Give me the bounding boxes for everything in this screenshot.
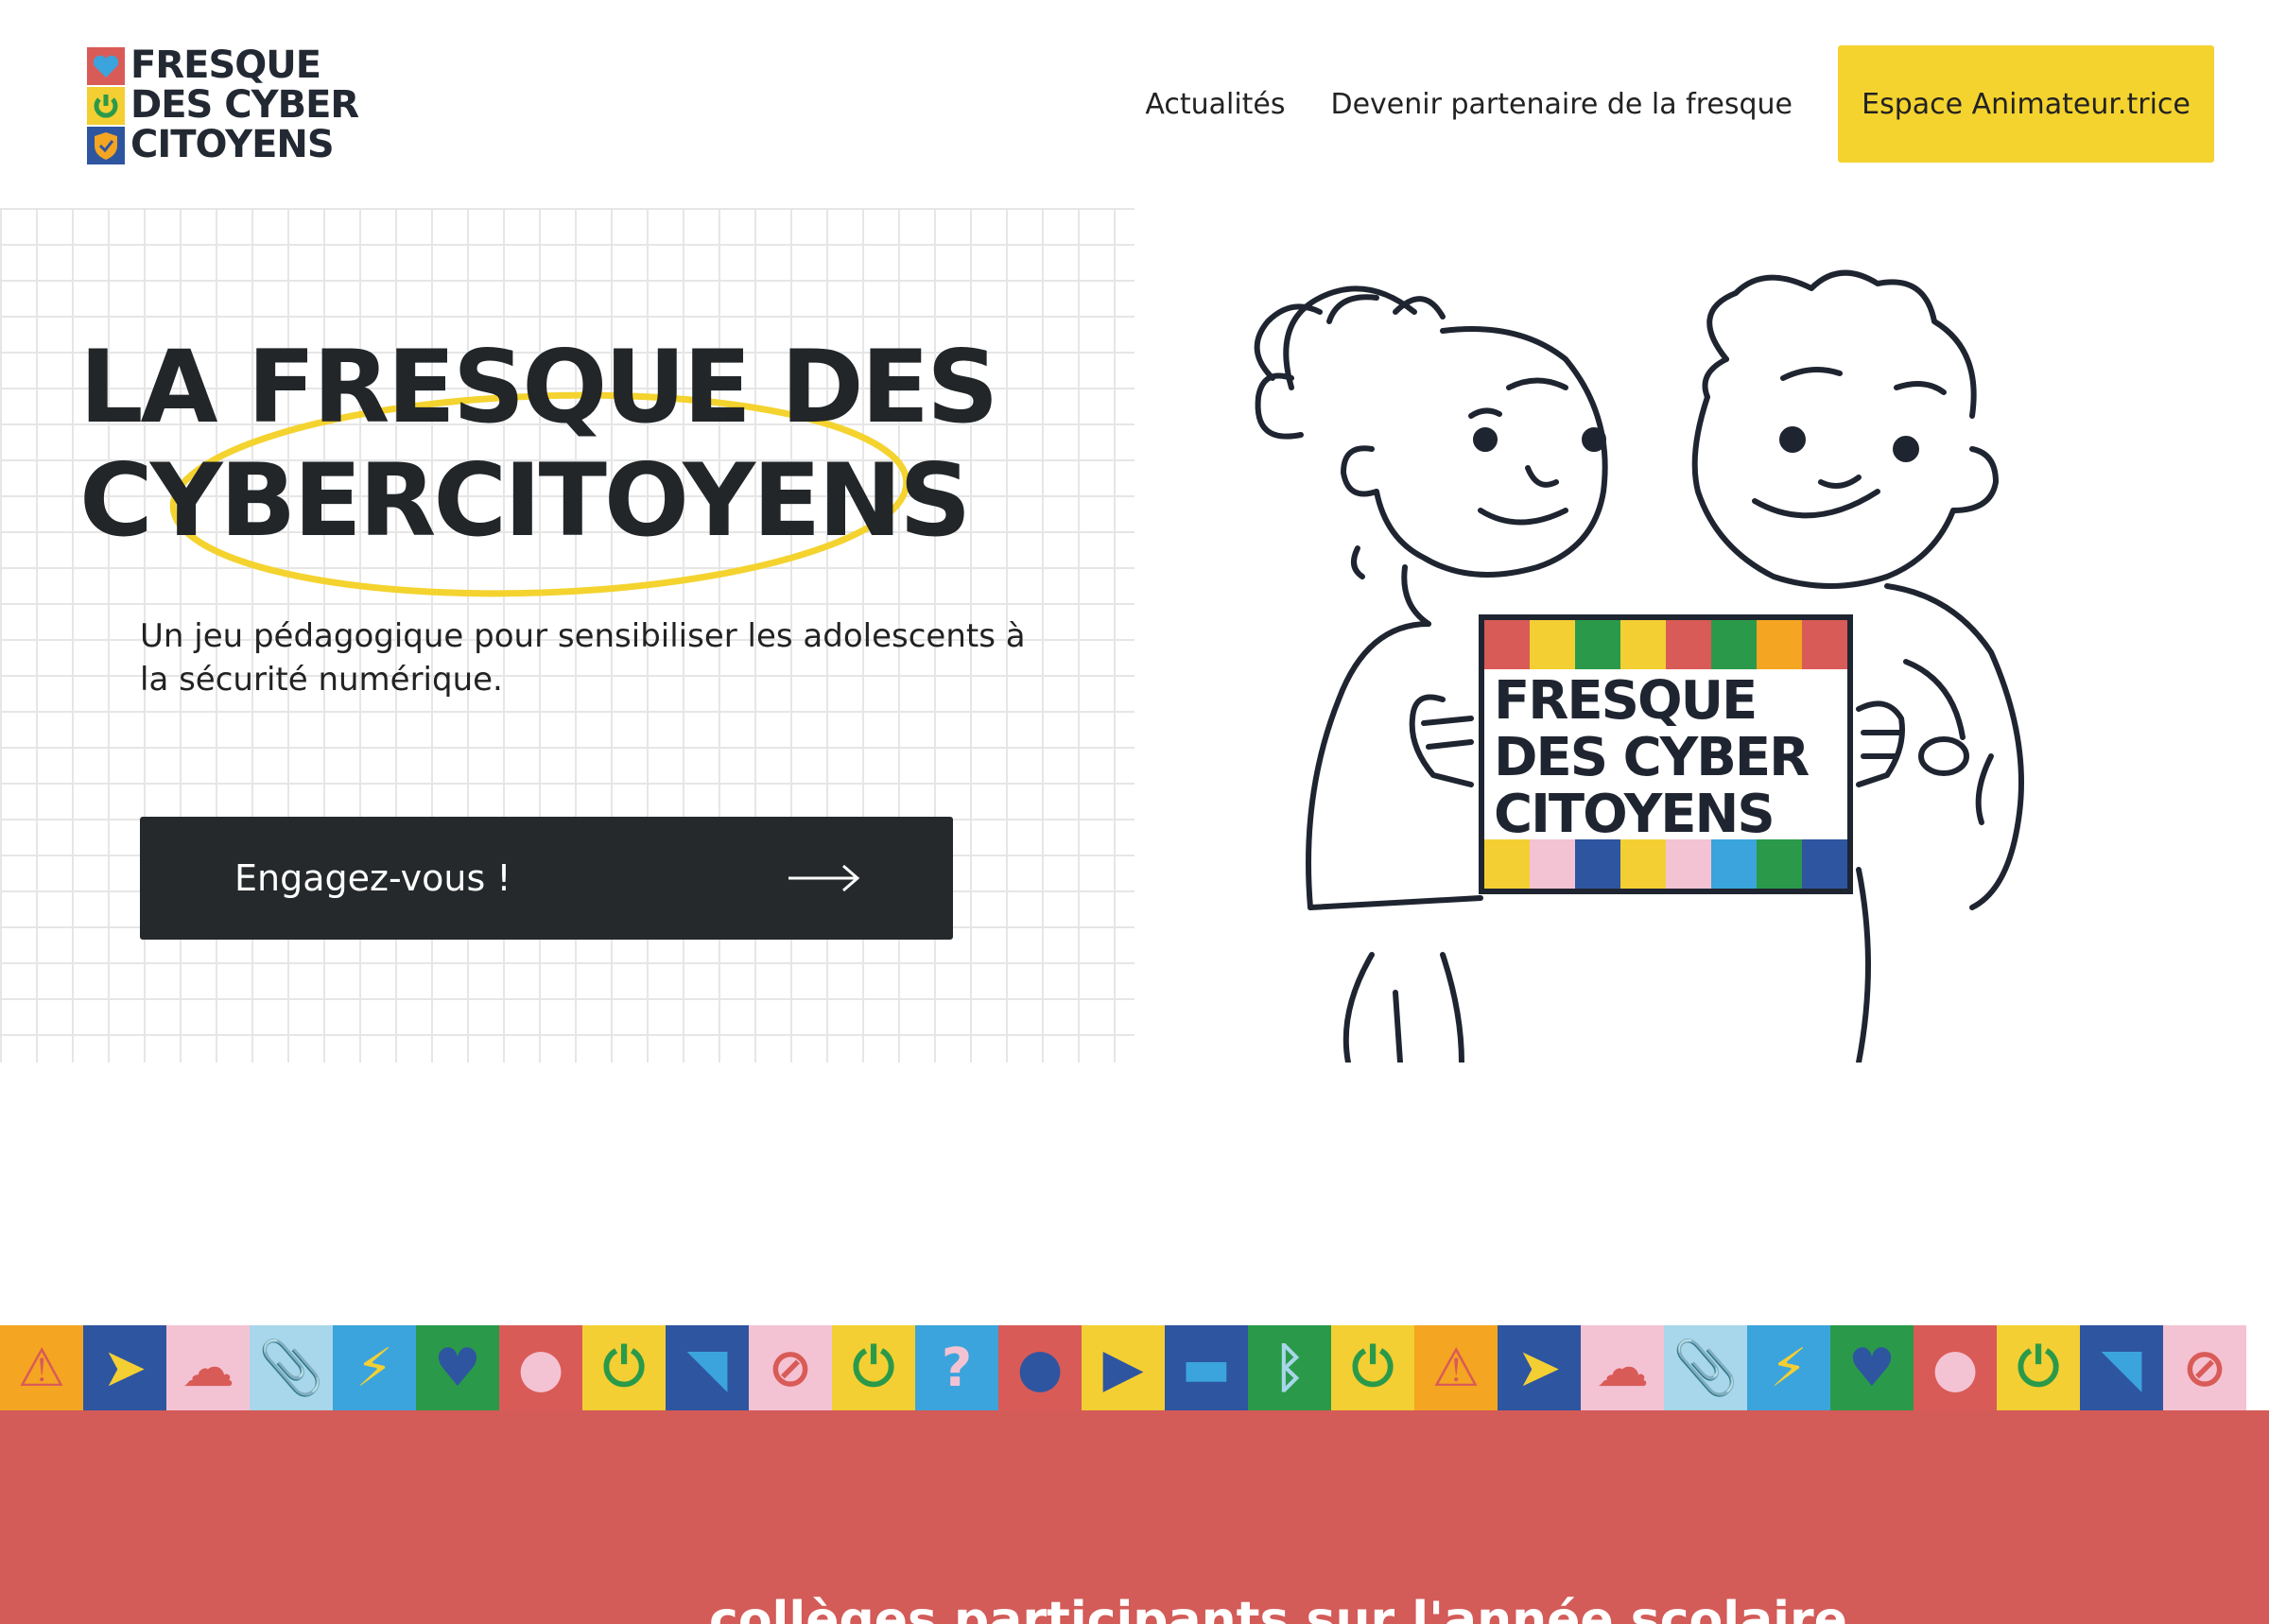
sign-line: DES CYBER: [1494, 727, 1810, 788]
keyhole-icon: ●: [998, 1325, 1082, 1410]
power-icon: ⏻: [1997, 1325, 2080, 1410]
power-icon: [87, 87, 125, 125]
camera-off-icon: ⊘: [749, 1325, 832, 1410]
arrow-right-icon: [788, 864, 860, 892]
mouse-icon: ●: [499, 1325, 582, 1410]
monitor-icon: ▬: [1165, 1325, 1248, 1410]
warning-icon: ⚠: [1414, 1325, 1498, 1410]
hero-illustration: FRESQUE DES CYBER CITOYENS: [1159, 208, 2199, 1065]
lightning-icon: ⚡: [1747, 1325, 1830, 1410]
hero-title: LA FRESQUE DES CYBERCITOYENS: [79, 329, 999, 559]
fresque-sign: FRESQUE DES CYBER CITOYENS: [1479, 614, 1853, 894]
hero-subtitle: Un jeu pédagogique pour sensibiliser les…: [140, 617, 1026, 699]
logo-line: DES CYBER: [130, 83, 359, 127]
main-nav: Actualités Devenir partenaire de la fres…: [1145, 45, 2214, 163]
camera-off-icon: ⊘: [2163, 1325, 2246, 1410]
paperclip-icon: 📎: [1664, 1325, 1747, 1410]
heart-icon: [87, 47, 125, 85]
site-logo[interactable]: FRESQUE DES CYBER CITOYENS: [87, 45, 390, 166]
mouse-icon: ●: [1914, 1325, 1997, 1410]
stats-text: collèges participants sur l'année scolai…: [709, 1592, 1847, 1624]
logo-wordmark: FRESQUE DES CYBER CITOYENS: [130, 43, 359, 166]
power-icon: ⏻: [1331, 1325, 1414, 1410]
bluetooth-icon: ᛒ: [1248, 1325, 1331, 1410]
site-header: FRESQUE DES CYBER CITOYENS Actualités De…: [0, 0, 2269, 208]
nav-link-actualites[interactable]: Actualités: [1145, 88, 1285, 121]
sign-line: FRESQUE: [1494, 670, 1758, 732]
sign-line: CITOYENS: [1494, 784, 1775, 845]
shield-icon: [87, 127, 125, 164]
hero-title-line: CYBERCITOYENS: [79, 442, 971, 559]
engagez-vous-label: Engagez-vous !: [234, 857, 511, 899]
espace-animateur-button[interactable]: Espace Animateur.trice: [1838, 45, 2214, 163]
play-next-icon: ▶: [1082, 1325, 1165, 1410]
cursor-icon: ➤: [1498, 1325, 1581, 1410]
paperclip-icon: 📎: [250, 1325, 333, 1410]
warning-icon: ⚠: [0, 1325, 83, 1410]
engagez-vous-button[interactable]: Engagez-vous !: [140, 817, 953, 940]
power-icon: ⏻: [582, 1325, 666, 1410]
heart-icon: ♥: [416, 1325, 499, 1410]
chat-icon: ◥: [2080, 1325, 2163, 1410]
question-icon: ?: [915, 1325, 998, 1410]
icon-banner: ⚠ ➤ ☁ 📎 ⚡ ♥ ● ⏻ ◥ ⊘ ⏻? ● ▶ ▬ ᛒ ⏻ ⚠ ➤ ☁ 📎 ⚡ ♥ ● ⏻ ◥ ⊘: [0, 1325, 2269, 1410]
cursor-icon: ➤: [83, 1325, 166, 1410]
sign-icon-strip: [1484, 620, 1847, 669]
chat-icon: ◥: [666, 1325, 749, 1410]
logo-icons: [87, 47, 125, 164]
hero-title-line: LA FRESQUE DES: [79, 329, 999, 445]
nav-link-partenaire[interactable]: Devenir partenaire de la fresque: [1331, 88, 1793, 121]
logo-line: FRESQUE: [130, 43, 321, 87]
cloud-upload-icon: ☁: [1581, 1325, 1664, 1410]
heart-icon: ♥: [1830, 1325, 1914, 1410]
power-icon: ⏻: [832, 1325, 915, 1410]
lightning-icon: ⚡: [333, 1325, 416, 1410]
logo-line: CITOYENS: [130, 123, 335, 166]
cloud-upload-icon: ☁: [166, 1325, 250, 1410]
stats-section: collèges participants sur l'année scolai…: [0, 1410, 2269, 1624]
sign-wordmark: FRESQUE DES CYBER CITOYENS: [1494, 670, 1810, 845]
sign-icon-strip: [1484, 839, 1847, 889]
